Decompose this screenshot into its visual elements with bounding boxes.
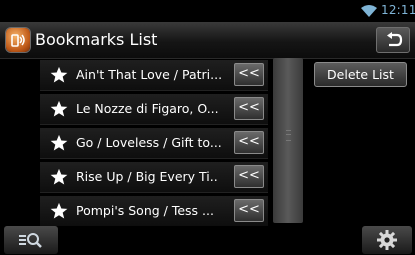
star-icon bbox=[50, 100, 68, 117]
scroll-grip-icon bbox=[286, 130, 291, 141]
bookmark-list: Ain't That Love / Patri... << Le Nozze d… bbox=[40, 60, 268, 227]
settings-button[interactable] bbox=[362, 226, 412, 254]
list-item-label: Le Nozze di Figaro, O... bbox=[76, 101, 219, 116]
status-bar: 12:11 bbox=[0, 0, 415, 22]
delete-list-button[interactable]: Delete List bbox=[314, 62, 407, 87]
list-item-label: Pompi's Song / Tess ... bbox=[76, 203, 214, 218]
title-bar: Bookmarks List bbox=[0, 22, 415, 59]
page-title: Bookmarks List bbox=[35, 30, 158, 49]
list-item-label: Rise Up / Big Every Ti.. bbox=[76, 169, 218, 184]
star-icon bbox=[50, 202, 68, 219]
star-icon bbox=[50, 134, 68, 151]
list-item[interactable]: Rise Up / Big Every Ti.. << bbox=[40, 162, 268, 193]
star-icon bbox=[50, 168, 68, 185]
list-item-label: Go / Loveless / Gift to... bbox=[76, 135, 222, 150]
rewind-button[interactable]: << bbox=[234, 165, 264, 188]
clock: 12:11 bbox=[381, 3, 415, 17]
rewind-button[interactable]: << bbox=[234, 199, 264, 222]
bookmark-app-icon bbox=[6, 28, 30, 52]
star-icon bbox=[50, 66, 68, 83]
list-item[interactable]: Ain't That Love / Patri... << bbox=[40, 60, 268, 91]
rewind-button[interactable]: << bbox=[234, 63, 264, 86]
bottom-bar bbox=[0, 226, 415, 255]
scrollbar[interactable] bbox=[273, 58, 303, 223]
list-item[interactable]: Le Nozze di Figaro, O... << bbox=[40, 94, 268, 125]
return-icon bbox=[387, 32, 403, 47]
search-list-icon bbox=[19, 233, 42, 248]
back-button[interactable] bbox=[376, 27, 410, 53]
list-item[interactable]: Pompi's Song / Tess ... << bbox=[40, 196, 268, 227]
rewind-button[interactable]: << bbox=[234, 97, 264, 120]
gear-icon bbox=[377, 230, 397, 250]
list-item-label: Ain't That Love / Patri... bbox=[76, 67, 223, 82]
rewind-button[interactable]: << bbox=[234, 131, 264, 154]
list-item[interactable]: Go / Loveless / Gift to... << bbox=[40, 128, 268, 159]
wifi-icon bbox=[361, 5, 377, 17]
search-button[interactable] bbox=[4, 226, 58, 254]
